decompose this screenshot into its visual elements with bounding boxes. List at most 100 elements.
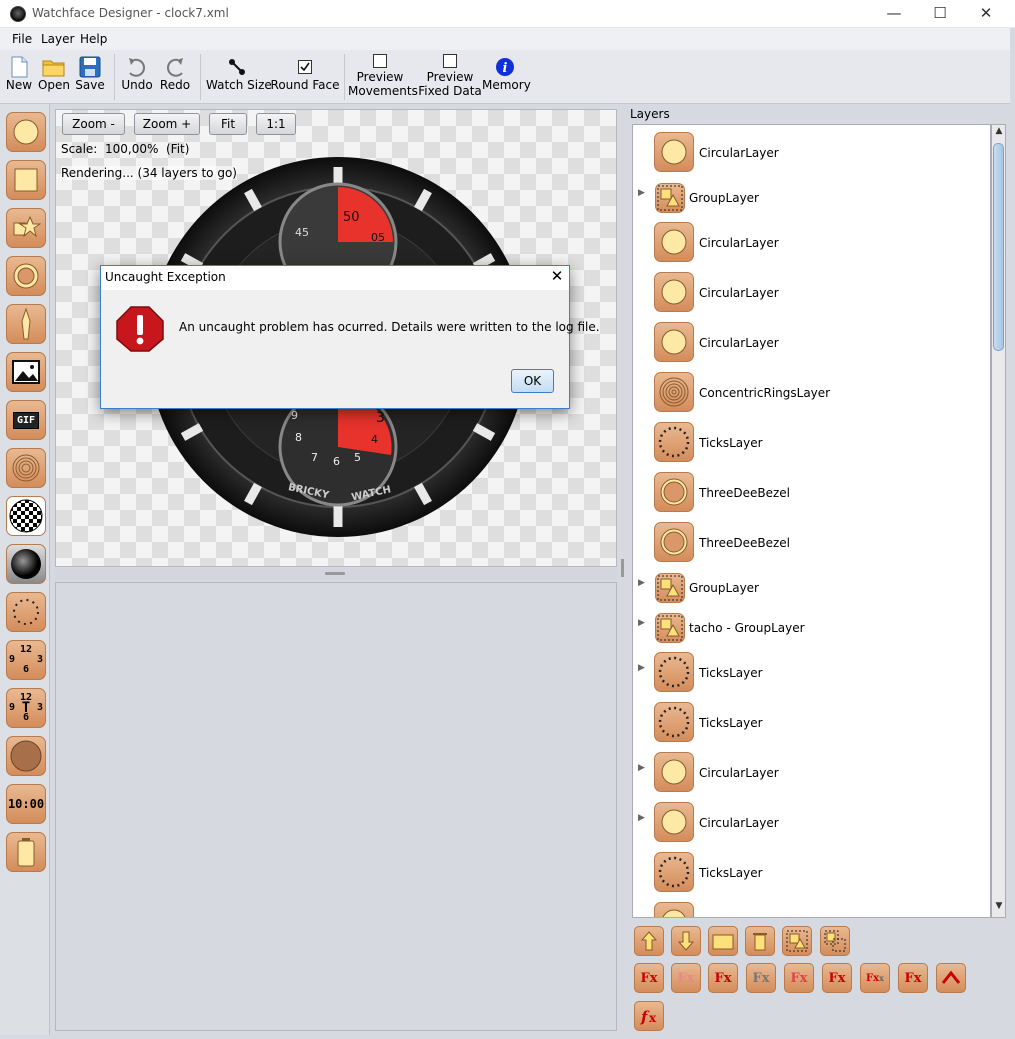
layer-row[interactable]: TicksLayer [633, 418, 990, 464]
circle-layer-icon [654, 322, 694, 362]
add-tachometer-layer-button[interactable] [6, 736, 46, 776]
zoom-in-button[interactable]: Zoom + [134, 113, 200, 135]
add-shapes-layer-button[interactable] [6, 208, 46, 248]
layer-row[interactable]: ▶ CircularLayer [633, 748, 990, 794]
add-text-numbers-layer-button[interactable]: 12 9T3 6 [6, 688, 46, 728]
checkbox-checked-icon[interactable] [298, 56, 312, 78]
undo-label: Undo [121, 78, 153, 92]
expand-arrow-icon[interactable]: ▶ [638, 663, 645, 673]
dialog-close-button[interactable]: ✕ [547, 268, 567, 286]
round-face-toggle[interactable]: Round Face [270, 52, 340, 102]
layer-label: GroupLayer [689, 191, 759, 205]
add-image-layer-button[interactable] [6, 352, 46, 392]
add-checker-layer-button[interactable] [6, 496, 46, 536]
toolbar-separator [344, 54, 345, 100]
add-ticks-layer-button[interactable] [6, 592, 46, 632]
layer-row[interactable]: CircularLayer [633, 268, 990, 314]
add-gif-layer-button[interactable]: GIF [6, 400, 46, 440]
new-button[interactable]: New [4, 52, 34, 102]
add-concentric-rings-button[interactable] [6, 448, 46, 488]
effect-button-8[interactable]: Fx [898, 963, 928, 993]
add-rectangle-layer-button[interactable] [6, 160, 46, 200]
ticks-layer-icon [654, 422, 694, 462]
open-button[interactable]: Open [37, 52, 71, 102]
layer-row[interactable]: ▶ tacho - GroupLayer [633, 603, 990, 649]
layer-row[interactable]: ▶ CircularLayer [633, 798, 990, 844]
layer-row[interactable]: ThreeDeeBezel [633, 468, 990, 514]
close-button[interactable]: ✕ [963, 0, 1009, 28]
layer-row[interactable]: ▶ TicksLayer [633, 648, 990, 694]
add-ring-layer-button[interactable] [6, 256, 46, 296]
menu-layer[interactable]: Layer [41, 32, 74, 46]
effect-button-1[interactable]: Fx [634, 963, 664, 993]
layer-label: TicksLayer [699, 666, 763, 680]
maximize-button[interactable]: ☐ [917, 0, 963, 28]
effect-button-9[interactable]: fx [634, 1001, 664, 1031]
watch-size-button[interactable]: Watch Size [206, 52, 272, 102]
redo-button[interactable]: Redo [158, 52, 192, 102]
move-layer-down-button[interactable] [671, 926, 701, 956]
layer-row[interactable]: CircularLayer [633, 218, 990, 264]
move-layer-up-button[interactable] [634, 926, 664, 956]
expand-arrow-icon[interactable]: ▶ [638, 188, 645, 198]
scale-label: Scale: [61, 142, 98, 156]
effect-button-3[interactable]: Fx [708, 963, 738, 993]
add-sphere-layer-button[interactable] [6, 544, 46, 584]
minimize-button[interactable]: — [871, 0, 917, 28]
menu-file[interactable]: File [12, 32, 32, 46]
add-battery-layer-button[interactable] [6, 832, 46, 872]
vertical-splitter[interactable] [620, 104, 626, 1031]
scroll-down-icon[interactable]: ▼ [993, 901, 1005, 915]
layer-row[interactable]: ThreeDeeBezel [633, 518, 990, 564]
delete-layer-button[interactable] [745, 926, 775, 956]
group-layers-button[interactable] [782, 926, 812, 956]
scroll-up-icon[interactable]: ▲ [993, 126, 1005, 140]
effect-button-7[interactable]: Fx x [860, 963, 890, 993]
layer-row[interactable]: CircularLayer [633, 318, 990, 364]
preview-fixed-data-toggle[interactable]: Preview Fixed Data [418, 52, 482, 102]
checkbox-icon[interactable] [443, 54, 457, 68]
title-bar: Watchface Designer - clock7.xml — ☐ ✕ [0, 0, 1015, 28]
layer-row[interactable]: CircularLayer [633, 128, 990, 174]
redo-icon [167, 58, 183, 77]
effect-button-6[interactable]: Fx [822, 963, 852, 993]
undo-button[interactable]: Undo [120, 52, 154, 102]
new-folder-button[interactable] [708, 926, 738, 956]
add-numbers-layer-button[interactable]: 12 9 3 6 [6, 640, 46, 680]
layer-row[interactable]: TicksLayer [633, 698, 990, 744]
star-icon [13, 215, 41, 238]
ok-button[interactable]: OK [511, 369, 554, 393]
layer-row[interactable]: TicksLayer [633, 848, 990, 894]
add-hand-layer-button[interactable] [6, 304, 46, 344]
effect-button-2[interactable]: Fx [671, 963, 701, 993]
expand-arrow-icon[interactable]: ▶ [638, 578, 645, 588]
expand-arrow-icon[interactable]: ▶ [638, 763, 645, 773]
checkbox-icon[interactable] [373, 54, 387, 68]
effect-button-5[interactable]: Fx [784, 963, 814, 993]
menu-help[interactable]: Help [80, 32, 107, 46]
subdial-mark-5: 5 [354, 451, 361, 464]
effect-caret-button[interactable] [936, 963, 966, 993]
layers-list[interactable]: CircularLayer ▶ GroupLayer CircularLayer Cir… [632, 124, 991, 918]
one-to-one-button[interactable]: 1:1 [256, 113, 296, 135]
expand-arrow-icon[interactable]: ▶ [638, 813, 645, 823]
horizontal-splitter[interactable] [55, 568, 617, 580]
layer-row[interactable]: ConcentricRingsLayer [633, 368, 990, 414]
checkerboard-icon [9, 499, 43, 533]
memory-button[interactable]: i Memory [482, 52, 531, 102]
zoom-out-button[interactable]: Zoom - [62, 113, 125, 135]
dial-number-9: 9 [9, 654, 16, 665]
layer-row[interactable]: ▶ GroupLayer [633, 173, 990, 219]
scrollbar-thumb[interactable] [993, 143, 1004, 351]
save-button[interactable]: Save [74, 52, 106, 102]
expand-arrow-icon[interactable]: ▶ [638, 618, 645, 628]
layer-row[interactable]: CircularLayer [633, 898, 990, 917]
layers-scrollbar[interactable]: ▲ ▼ [991, 124, 1006, 918]
add-circular-layer-button[interactable] [6, 112, 46, 152]
effect-button-4[interactable]: Fx [746, 963, 776, 993]
preview-movements-toggle[interactable]: Preview Movements [348, 52, 418, 102]
group-layer-icon [655, 183, 685, 213]
fit-button[interactable]: Fit [209, 113, 247, 135]
ungroup-layers-button[interactable] [820, 926, 850, 956]
add-digital-clock-button[interactable]: 10:00 [6, 784, 46, 824]
